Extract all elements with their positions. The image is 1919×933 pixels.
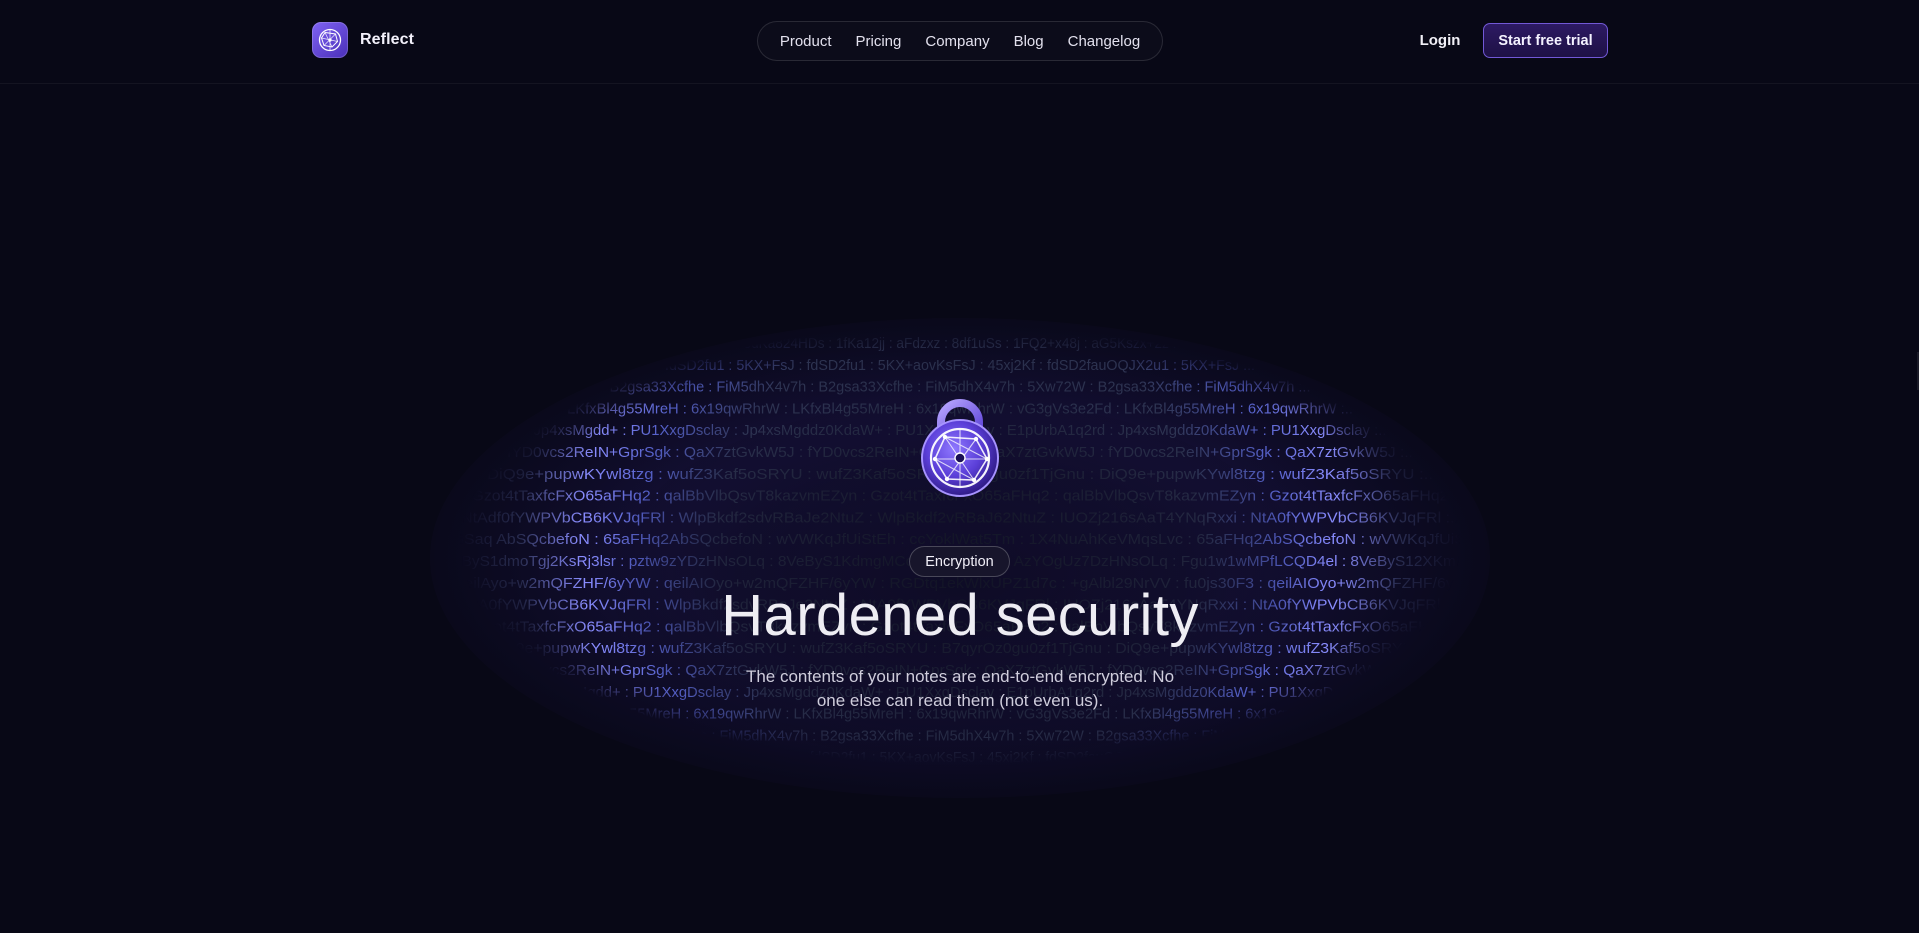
main-nav: Product Pricing Company Blog Changelog <box>757 21 1163 61</box>
hero-subheadline: The contents of your notes are end-to-en… <box>730 665 1190 713</box>
hero-subheadline-line-2: one else can read them (not even us). <box>816 691 1104 710</box>
hero-headline: Hardened security <box>721 583 1199 648</box>
encryption-badge: Encryption <box>909 546 1010 577</box>
ciphertext-line: 8dKa824HDs : 1fKa12jj : aFdzxz : 8df1uSs… <box>744 335 1177 352</box>
ciphertext-line: B2gsa33Xcfhe : FiM5dhX4v7h : B2gsa33Xcfh… <box>614 727 1306 744</box>
nav-pricing[interactable]: Pricing <box>856 33 902 50</box>
nav-changelog[interactable]: Changelog <box>1068 33 1141 50</box>
login-link[interactable]: Login <box>1412 22 1468 58</box>
hero-subheadline-line-1: The contents of your notes are end-to-en… <box>745 667 1175 686</box>
brand-link[interactable]: Reflect <box>312 22 414 58</box>
ciphertext-line: NtAdf0fYWPVbCB6KVJqFRl : WlpBkdf2sdvRBaJ… <box>461 509 1459 526</box>
site-header: Reflect Product Pricing Company Blog Cha… <box>0 0 1919 84</box>
ciphertext-line: 8dKa824HDs : 1fKa12jj : aFdzxz : 8df1uSs… <box>753 771 1168 788</box>
padlock-icon <box>908 392 1012 500</box>
nav-blog[interactable]: Blog <box>1014 33 1044 50</box>
nav-company[interactable]: Company <box>925 33 989 50</box>
start-free-trial-button[interactable]: Start free trial <box>1483 23 1608 58</box>
brand-name: Reflect <box>360 31 415 48</box>
page: Reflect Product Pricing Company Blog Cha… <box>0 0 1919 933</box>
ciphertext-line: fdSD2fu1 : 5KX+FsJ : fdSD2fu1 : 5KX+aovK… <box>665 357 1255 374</box>
ciphertext-line: fdSD2fu1 : 5KX+FsJ : fdSD2fu1 : 5KX+aovK… <box>671 749 1249 766</box>
nav-product[interactable]: Product <box>780 33 832 50</box>
reflect-logo-icon <box>312 22 348 58</box>
network-globe-icon <box>318 28 342 52</box>
